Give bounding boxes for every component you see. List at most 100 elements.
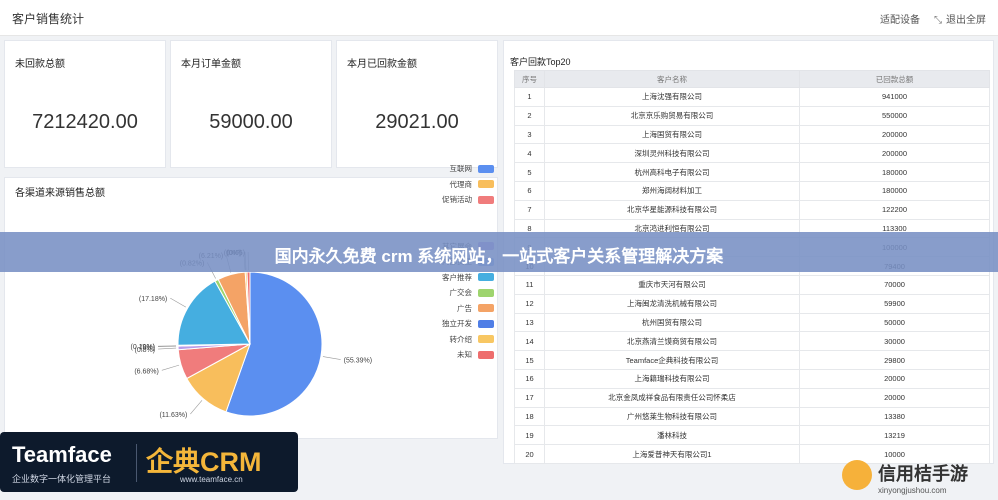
cell-index: 16	[514, 368, 545, 389]
cell-amount: 50000	[799, 312, 990, 333]
legend-swatch	[478, 335, 494, 344]
cell-customer: 广州悠莱生物科技有限公司	[544, 406, 800, 427]
cell-amount: 941000	[799, 87, 990, 107]
page-title: 客户销售统计	[12, 12, 85, 26]
cell-amount: 20000	[799, 368, 990, 389]
cell-customer: 上海爱普神天有限公司1	[544, 444, 800, 464]
table-row: 5 杭州高科电子有限公司 180000	[514, 162, 990, 182]
cell-customer: 杭州国贸有限公司	[544, 312, 800, 333]
cell-customer: 深圳灵州科技有限公司	[544, 143, 800, 164]
fullscreen-icon: ⤡	[934, 15, 942, 26]
cell-customer: 杭州高科电子有限公司	[544, 162, 800, 182]
logo-slogan: 企业数字一体化管理平台	[12, 474, 112, 484]
table-row: 6 郑州海阔材料加工 180000	[514, 180, 990, 201]
legend-item[interactable]: 独立开发	[404, 316, 494, 332]
legend-label: 广交会	[449, 288, 473, 298]
table-row: 19 潘林科技 13219	[514, 425, 990, 446]
legend-label: 广告	[457, 303, 472, 313]
legend-label: 独立开发	[442, 319, 472, 329]
cell-index: 19	[514, 425, 545, 446]
legend-label: 转介绍	[449, 334, 473, 344]
exit-fullscreen-button[interactable]: ⤡ 退出全屏	[934, 11, 986, 26]
watermark-url: xinyongjushou.com	[878, 486, 947, 495]
legend-item[interactable]	[404, 208, 494, 224]
legend-label: 未知	[457, 350, 472, 360]
cell-index: 12	[514, 293, 545, 314]
cell-index: 15	[514, 350, 545, 370]
kpi-value: 29021.00	[375, 111, 459, 133]
kpi-label: 未回款总额	[15, 59, 65, 70]
legend-swatch	[478, 350, 494, 359]
legend-item[interactable]: 未知	[404, 347, 494, 363]
kpi-card-month-received: 本月已回款金额 29021.00	[336, 40, 498, 168]
legend-label: 互联网	[449, 164, 473, 174]
cell-customer: 北京金凤成祥食品有限责任公司怀柔店	[544, 387, 800, 408]
cell-index: 6	[514, 180, 545, 201]
logo-brand: Teamface	[12, 442, 112, 467]
kpi-value: 59000.00	[209, 111, 293, 133]
cell-amount: 29800	[799, 350, 990, 370]
cell-customer: 上海籍瑞科技有限公司	[544, 368, 800, 389]
col-header-index: 序号	[514, 70, 545, 88]
table-row: 17 北京金凤成祥食品有限责任公司怀柔店 20000	[514, 387, 990, 408]
kpi-label: 本月订单金额	[181, 59, 241, 70]
cell-index: 17	[514, 387, 545, 408]
cell-index: 7	[514, 199, 545, 220]
cell-index: 2	[514, 105, 545, 126]
cell-amount: 59900	[799, 293, 990, 314]
legend-item[interactable]: 互联网	[404, 161, 494, 177]
logo-url: www.teamface.cn	[180, 475, 243, 484]
table-row: 2 北京京乐购贸易有限公司 550000	[514, 105, 990, 126]
legend-label: 客户推荐	[442, 272, 472, 282]
watermark: 信用桔手游 xinyongjushou.com	[842, 458, 998, 500]
table-row: 16 上海籍瑞科技有限公司 20000	[514, 368, 990, 389]
legend-swatch	[478, 273, 494, 282]
cell-index: 4	[514, 143, 545, 164]
teamface-logo: Teamface 企业数字一体化管理平台 企典CRM www.teamface.…	[0, 432, 298, 492]
cell-index: 13	[514, 312, 545, 333]
table-row: 15 Teamface企典科技有限公司 29800	[514, 350, 990, 370]
logo-product: 企典CRM	[146, 447, 262, 477]
legend-item[interactable]: 广交会	[404, 285, 494, 301]
cell-index: 11	[514, 274, 545, 295]
promo-banner: 国内永久免费 crm 系统网站，一站式客户关系管理解决方案	[0, 232, 998, 272]
legend-swatch	[478, 195, 494, 204]
legend-item[interactable]: 广告	[404, 301, 494, 317]
adapt-device-button[interactable]: 适配设备	[880, 11, 920, 26]
logo-divider	[136, 444, 137, 482]
cell-customer: 北京华星能源科技有限公司	[544, 199, 800, 220]
legend-swatch	[478, 164, 494, 173]
cell-index: 1	[514, 87, 545, 107]
cell-customer: Teamface企典科技有限公司	[544, 350, 800, 370]
table-row: 13 杭州国贸有限公司 50000	[514, 312, 990, 333]
legend-item[interactable]: 促销活动	[404, 192, 494, 208]
cell-amount: 30000	[799, 331, 990, 352]
legend-swatch	[478, 319, 494, 328]
header-actions: 适配设备 ⤡ 退出全屏	[880, 11, 986, 26]
cell-amount: 13219	[799, 425, 990, 446]
col-header-customer: 客户名称	[544, 70, 800, 88]
cell-customer: 北京京乐购贸易有限公司	[544, 105, 800, 126]
banner-text: 国内永久免费 crm 系统网站，一站式客户关系管理解决方案	[274, 247, 724, 266]
cell-amount: 180000	[799, 162, 990, 182]
cell-amount: 550000	[799, 105, 990, 126]
cell-customer: 北京燕清兰馍商贸有限公司	[544, 331, 800, 352]
cell-customer: 上海沈强有限公司	[544, 87, 800, 107]
table-row: 7 北京华星能源科技有限公司 122200	[514, 199, 990, 220]
legend-item[interactable]: 代理商	[404, 177, 494, 193]
legend-swatch	[478, 304, 494, 313]
cell-amount: 70000	[799, 274, 990, 295]
kpi-value: 7212420.00	[32, 111, 138, 133]
orange-icon	[842, 460, 872, 490]
legend-label: 促销活动	[442, 195, 472, 205]
cell-customer: 重庆市天河有限公司	[544, 274, 800, 295]
legend-swatch	[478, 288, 494, 297]
kpi-card-month-orders: 本月订单金额 59000.00	[170, 40, 332, 168]
pie-panel-title: 各渠道来源销售总额	[15, 188, 105, 199]
legend-label: 代理商	[449, 179, 473, 189]
legend-item[interactable]: 转介绍	[404, 332, 494, 348]
kpi-card-unreceived: 未回款总额 7212420.00	[4, 40, 166, 168]
table-row: 18 广州悠莱生物科技有限公司 13380	[514, 406, 990, 427]
cell-index: 20	[514, 444, 545, 464]
legend-swatch	[478, 180, 494, 189]
